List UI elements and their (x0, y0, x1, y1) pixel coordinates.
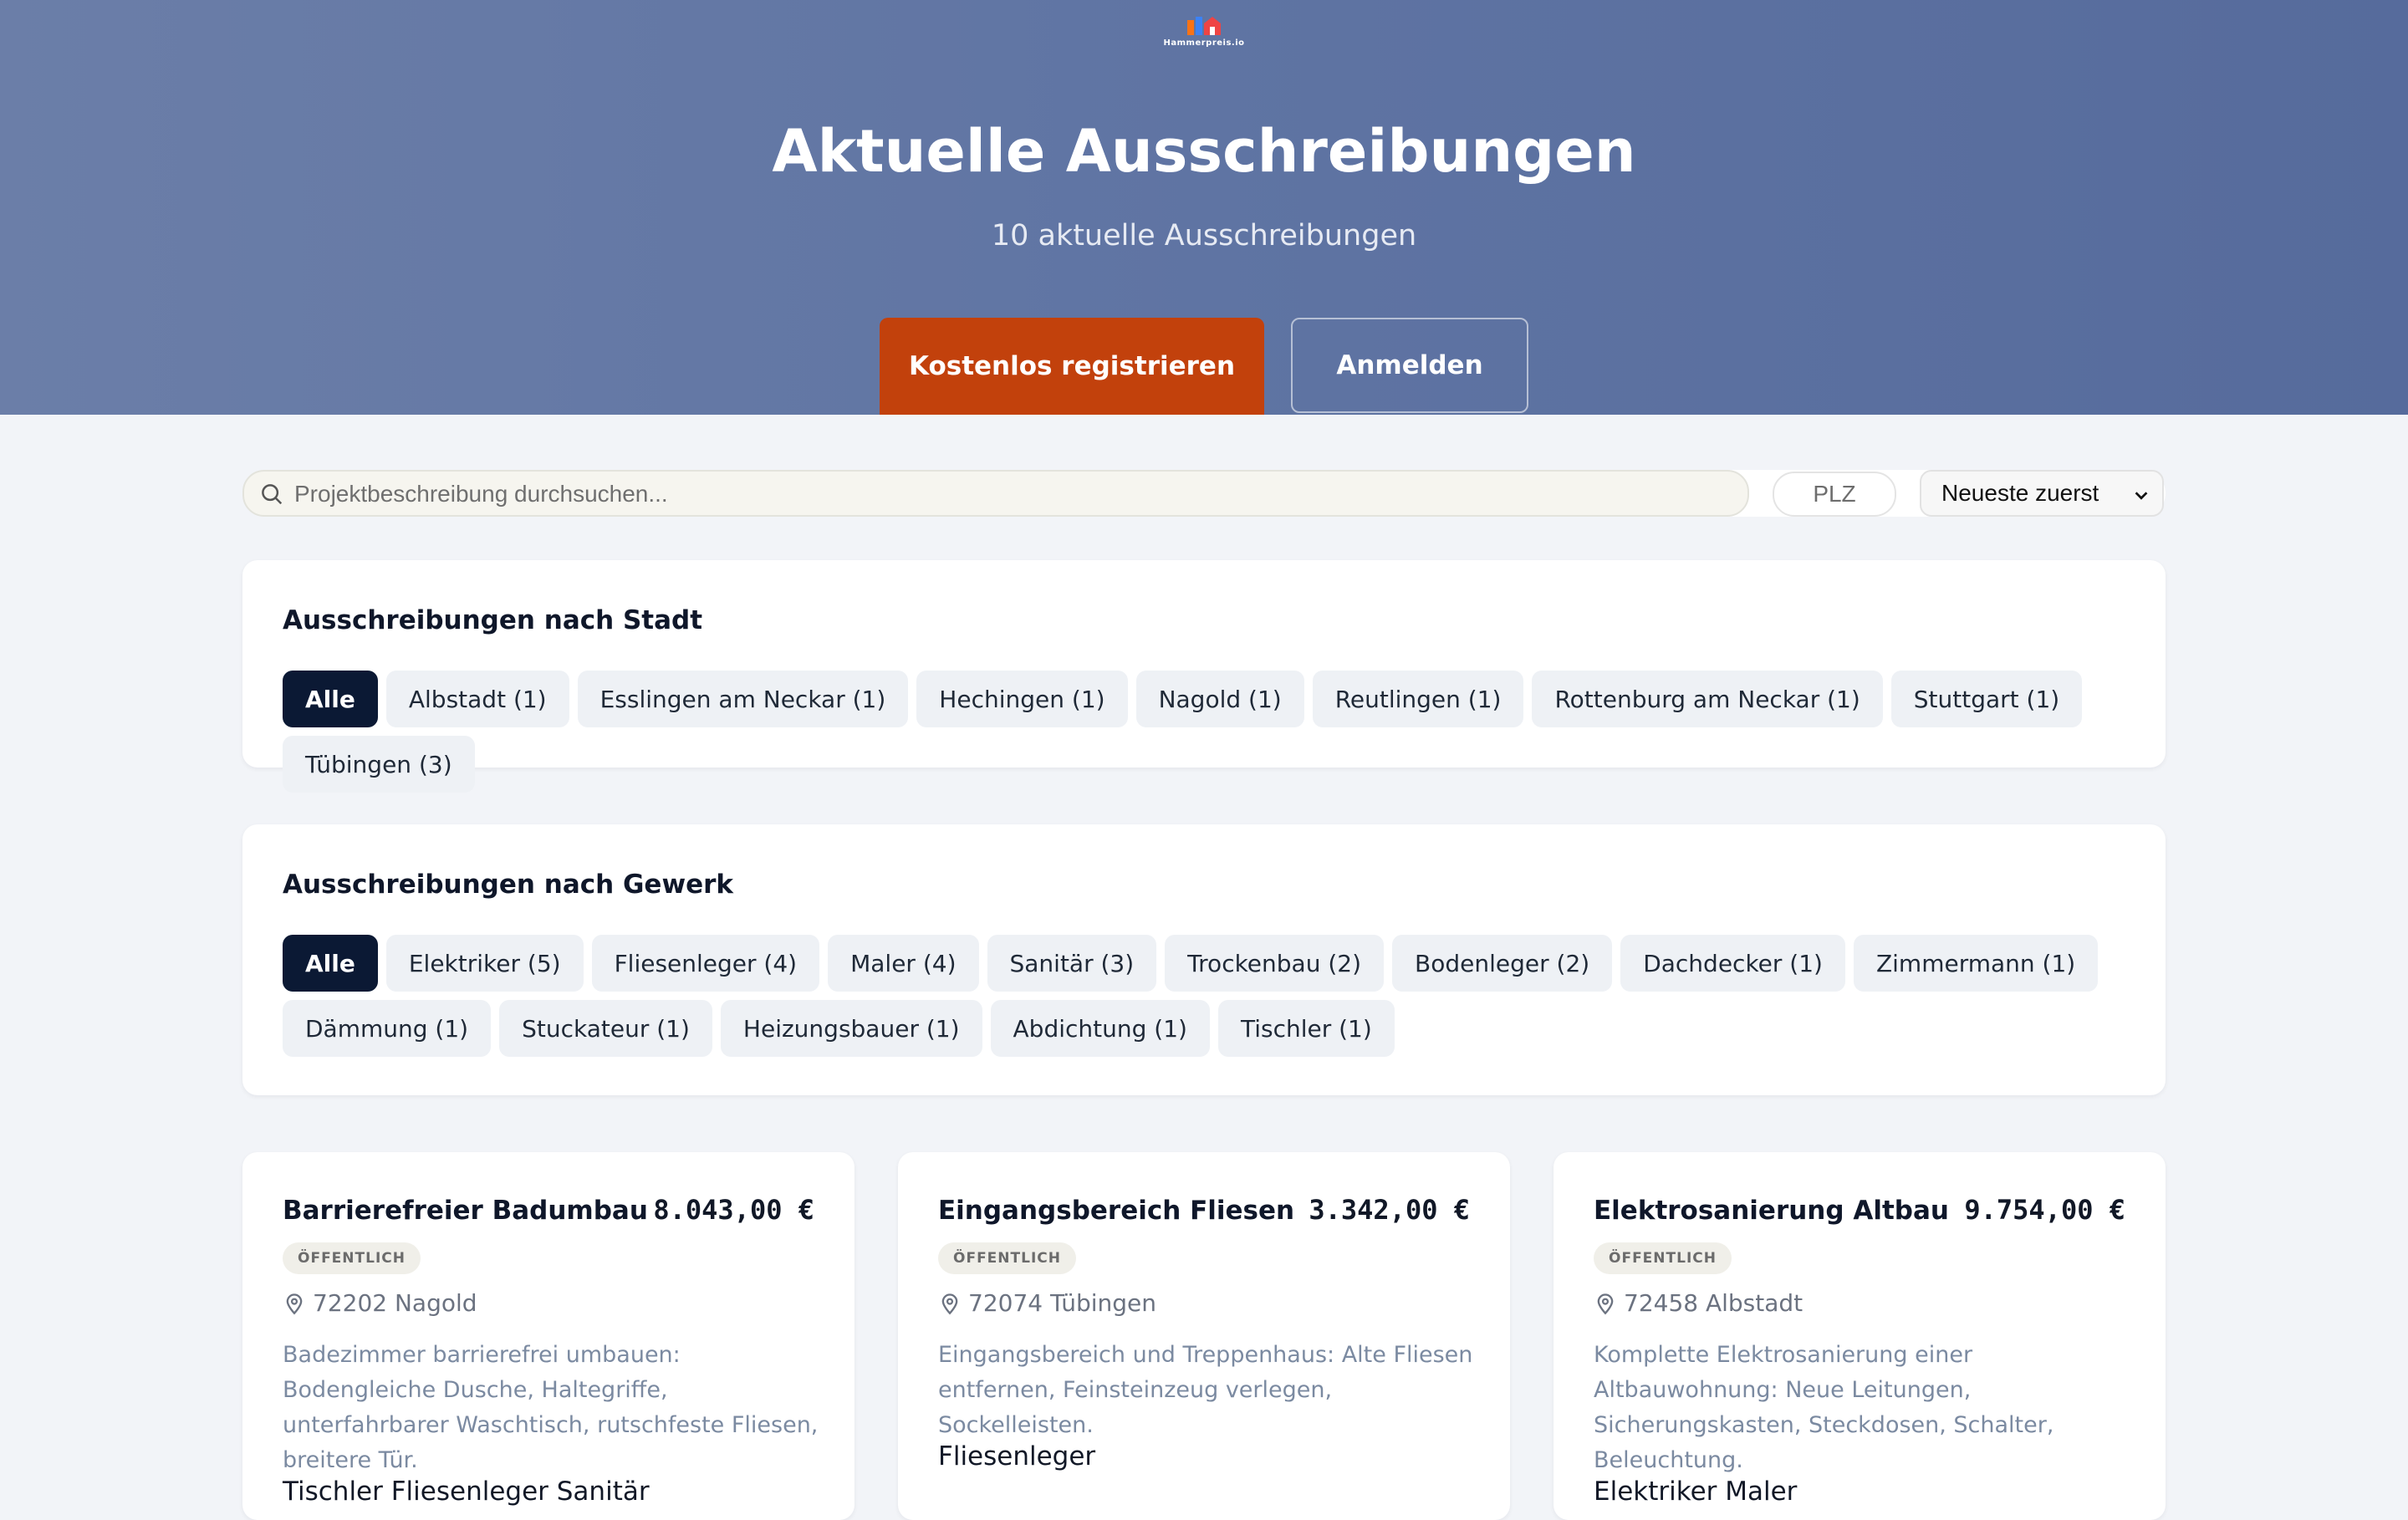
listing-title[interactable]: Barrierefreier Badumbau (283, 1196, 648, 1226)
map-pin-icon (286, 1293, 303, 1314)
listing-description: Eingangsbereich und Treppenhaus: Alte Fl… (938, 1342, 1473, 1438)
listing-trades: Tischler Fliesenleger Sanitär (283, 1477, 650, 1507)
listing-description: Komplette Elektrosanierung einer Altbauw… (1594, 1342, 2054, 1473)
trade-chip-list: Alle Elektriker (5) Fliesenleger (4) Mal… (283, 935, 2139, 1057)
listing-location: 72458 Albstadt (1594, 1289, 1803, 1317)
trade-chip-all[interactable]: Alle (283, 935, 378, 992)
listing-price: 8.043,00 € (653, 1194, 814, 1226)
listing-price: 3.342,00 € (1309, 1194, 1470, 1226)
city-chip[interactable]: Stuttgart (1) (1890, 671, 2083, 727)
city-chip[interactable]: Nagold (1) (1135, 671, 1304, 727)
trade-chip[interactable]: Elektriker (5) (385, 935, 584, 992)
map-pin-icon (1597, 1293, 1614, 1314)
city-filter-panel: Ausschreibungen nach Stadt Alle Albstadt… (242, 560, 2166, 793)
login-button[interactable]: Anmelden (1291, 318, 1528, 413)
listing-card[interactable]: Barrierefreier Badumbau 8.043,00 € ÖFFEN… (242, 1152, 855, 1520)
trade-chip[interactable]: Maler (4) (828, 935, 979, 992)
trade-panel-title: Ausschreibungen nach Gewerk (283, 870, 734, 900)
plz-input[interactable] (1773, 472, 1896, 517)
house-logo-icon (1187, 17, 1221, 35)
trade-chip[interactable]: Zimmermann (1) (1853, 935, 2099, 992)
listing-trades: Fliesenleger (938, 1441, 1096, 1472)
listing-location: 72074 Tübingen (938, 1289, 1156, 1317)
search-icon (262, 484, 283, 505)
city-panel-title: Ausschreibungen nach Stadt (283, 605, 703, 635)
map-pin-icon (941, 1293, 958, 1314)
city-chip[interactable]: Rottenburg am Neckar (1) (1532, 671, 1883, 727)
city-chip[interactable]: Albstadt (1) (385, 671, 569, 727)
sort-select[interactable]: Neueste zuerst (1920, 470, 2164, 517)
status-badge: ÖFFENTLICH (1594, 1242, 1732, 1274)
listing-trades: Elektriker Maler (1594, 1477, 1798, 1507)
city-chip[interactable]: Reutlingen (1) (1312, 671, 1524, 727)
city-chip[interactable]: Hechingen (1) (916, 671, 1128, 727)
hero-header: Hammerpreis.io Aktuelle Ausschreibungen … (0, 0, 2408, 415)
trade-chip[interactable]: Dachdecker (1) (1620, 935, 1845, 992)
status-badge: ÖFFENTLICH (938, 1242, 1076, 1274)
listing-card[interactable]: Elektrosanierung Altbau 9.754,00 € ÖFFEN… (1553, 1152, 2166, 1520)
listing-card[interactable]: Eingangsbereich Fliesen 3.342,00 € ÖFFEN… (898, 1152, 1510, 1520)
trade-chip[interactable]: Heizungsbauer (1) (720, 1000, 982, 1057)
status-badge: ÖFFENTLICH (283, 1242, 421, 1274)
trade-chip[interactable]: Sanitär (3) (987, 935, 1157, 992)
listing-location: 72202 Nagold (283, 1289, 477, 1317)
trade-chip[interactable]: Dämmung (1) (283, 1000, 492, 1057)
trade-chip[interactable]: Trockenbau (2) (1165, 935, 1385, 992)
listing-location-text: 72202 Nagold (313, 1289, 477, 1317)
trade-chip[interactable]: Fliesenleger (4) (591, 935, 820, 992)
trade-chip[interactable]: Bodenleger (2) (1392, 935, 1613, 992)
listing-title[interactable]: Elektrosanierung Altbau (1594, 1196, 1949, 1226)
page-title: Aktuelle Ausschreibungen (772, 117, 1636, 186)
register-button[interactable]: Kostenlos registrieren (880, 318, 1264, 415)
trade-chip[interactable]: Stuckateur (1) (499, 1000, 712, 1057)
listing-description: Badezimmer barrierefrei umbauen: Bodengl… (283, 1342, 819, 1473)
city-chip-all[interactable]: Alle (283, 671, 378, 727)
search-box (242, 470, 1749, 517)
listing-location-text: 72074 Tübingen (968, 1289, 1157, 1317)
filter-bar: Neueste zuerst (242, 470, 2166, 517)
trade-filter-panel: Ausschreibungen nach Gewerk Alle Elektri… (242, 824, 2166, 1095)
sort-selected-value: Neueste zuerst (1941, 480, 2099, 506)
city-chip[interactable]: Esslingen am Neckar (1) (577, 671, 909, 727)
listing-count: 10 aktuelle Ausschreibungen (991, 219, 1417, 252)
listing-title[interactable]: Eingangsbereich Fliesen (938, 1196, 1294, 1226)
city-chip-list: Alle Albstadt (1) Esslingen am Neckar (1… (283, 671, 2139, 793)
city-chip[interactable]: Tübingen (3) (283, 736, 475, 793)
trade-chip[interactable]: Abdichtung (1) (990, 1000, 1210, 1057)
listing-location-text: 72458 Albstadt (1624, 1289, 1803, 1317)
trade-chip[interactable]: Tischler (1) (1217, 1000, 1395, 1057)
listing-price: 9.754,00 € (1964, 1194, 2125, 1226)
logo-text: Hammerpreis.io (1163, 38, 1245, 48)
chevron-down-icon (2135, 492, 2148, 500)
logo[interactable]: Hammerpreis.io (1157, 13, 1251, 54)
search-input[interactable] (293, 477, 1717, 512)
